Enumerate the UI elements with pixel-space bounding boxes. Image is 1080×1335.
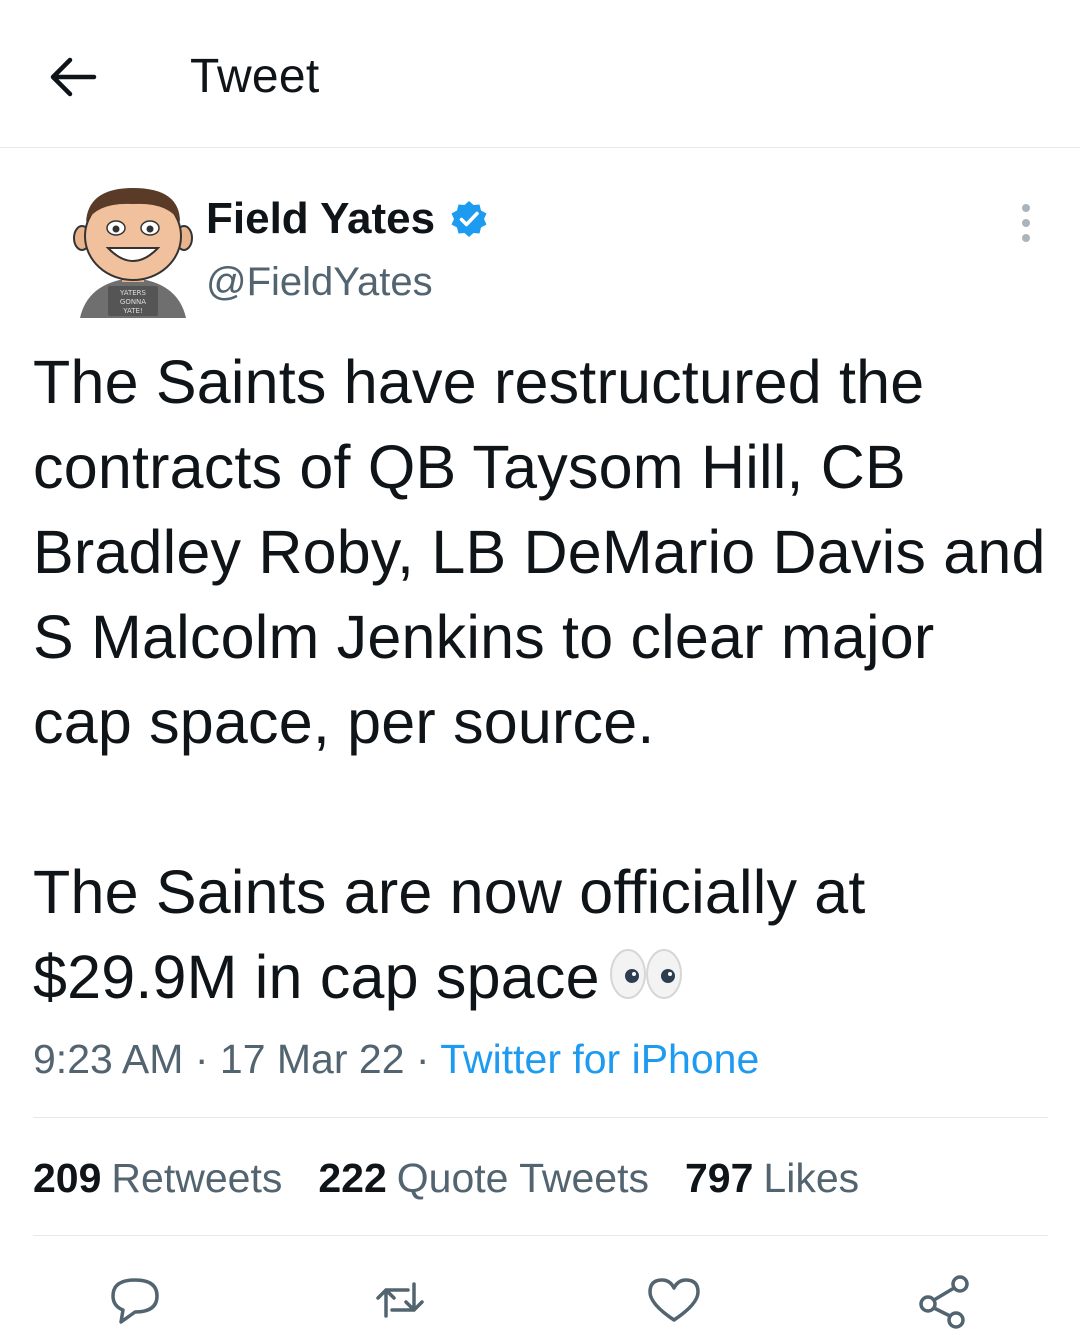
quote-tweets-count: 222	[318, 1155, 387, 1201]
eyes-emoji-icon	[606, 941, 686, 1026]
tweet-body: The Saints have restructured the contrac…	[33, 340, 1048, 1026]
more-dot-icon	[1022, 204, 1030, 212]
retweets-label: Retweets	[111, 1155, 283, 1201]
more-dot-icon	[1022, 234, 1030, 242]
avatar-shirt-text-3: YATE!	[122, 307, 142, 315]
share-button[interactable]	[910, 1270, 974, 1330]
likes-label: Likes	[763, 1155, 860, 1201]
retweet-icon	[376, 1282, 424, 1318]
arrow-left-icon	[50, 57, 97, 97]
more-options-button[interactable]	[1004, 198, 1048, 248]
quote-tweets-stat[interactable]: 222 Quote Tweets	[318, 1150, 649, 1206]
tweet-source-link[interactable]: Twitter for iPhone	[440, 1036, 759, 1082]
divider	[33, 1117, 1048, 1118]
likes-stat[interactable]: 797 Likes	[685, 1150, 859, 1206]
more-dot-icon	[1022, 219, 1030, 227]
meta-separator: ·	[415, 1036, 430, 1082]
tweet-date[interactable]: 17 Mar 22	[220, 1036, 405, 1082]
reply-button[interactable]	[103, 1270, 167, 1330]
author-name-row[interactable]: Field Yates	[206, 192, 489, 246]
user-handle[interactable]: @FieldYates	[206, 260, 433, 305]
avatar-shirt-text-1: YATERS	[119, 289, 147, 297]
reply-icon	[111, 1278, 159, 1324]
retweets-stat[interactable]: 209 Retweets	[33, 1150, 282, 1206]
like-button[interactable]	[642, 1270, 706, 1330]
like-icon	[648, 1278, 700, 1322]
tweet-meta: 9:23 AM · 17 Mar 22 · Twitter for iPhone	[33, 1030, 759, 1088]
retweet-button[interactable]	[368, 1270, 432, 1330]
avatar-shirt-text-2: GONNA	[120, 298, 146, 306]
retweets-count: 209	[33, 1155, 102, 1201]
avatar-image: YATERS GONNA YATE!	[73, 188, 193, 318]
tweet-paragraph-1: The Saints have restructured the contrac…	[33, 348, 1063, 756]
divider	[33, 1235, 1048, 1236]
display-name[interactable]: Field Yates	[206, 194, 435, 244]
tweet-paragraph-2: The Saints are now officially at $29.9M …	[33, 858, 883, 1011]
engagement-stats: 209 Retweets 222 Quote Tweets 797 Likes	[33, 1150, 859, 1206]
likes-count: 797	[685, 1155, 754, 1201]
quote-tweets-label: Quote Tweets	[396, 1155, 649, 1201]
avatar[interactable]: YATERS GONNA YATE!	[58, 178, 208, 328]
meta-separator: ·	[194, 1036, 209, 1082]
page-title: Tweet	[190, 50, 320, 103]
tweet-time[interactable]: 9:23 AM	[33, 1036, 183, 1082]
back-button[interactable]	[40, 44, 106, 110]
top-bar: Tweet	[0, 0, 1080, 148]
share-icon	[919, 1275, 969, 1329]
verified-badge-icon	[451, 201, 487, 237]
